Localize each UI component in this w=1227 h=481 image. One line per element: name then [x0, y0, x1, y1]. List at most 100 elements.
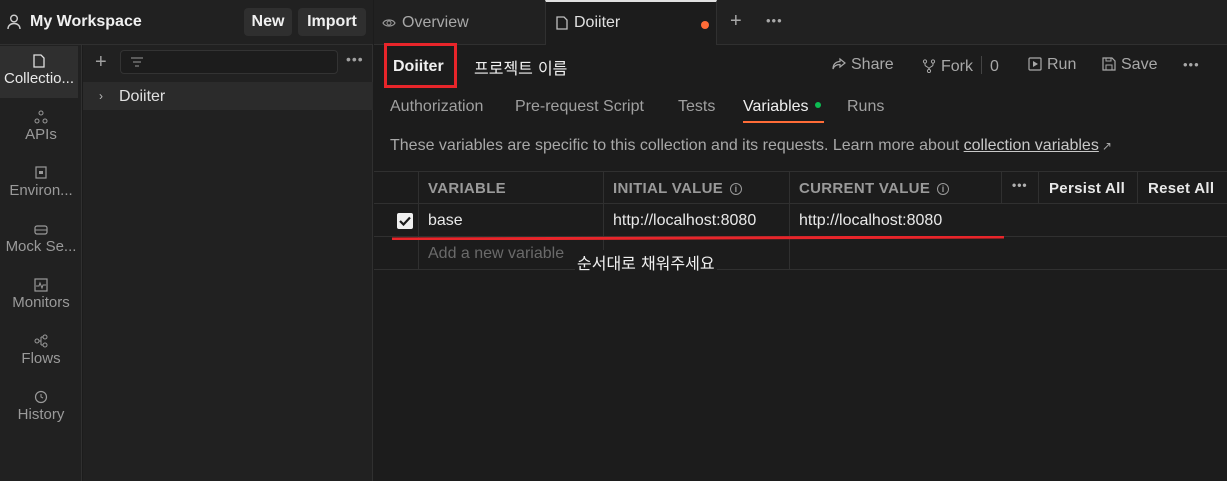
history-icon: [34, 390, 48, 404]
tab-variables[interactable]: Variables: [743, 98, 821, 116]
add-icon[interactable]: +: [95, 51, 107, 74]
environment-icon: [35, 166, 47, 179]
tree-item-doiiter[interactable]: › Doiiter: [83, 82, 373, 110]
add-tab-icon[interactable]: +: [730, 10, 742, 33]
table-header: VARIABLE INITIAL VALUE i CURRENT VALUE i •…: [374, 171, 1227, 204]
eye-icon: [382, 19, 396, 27]
sidebar-item-mock-servers[interactable]: Mock Se...: [0, 214, 82, 266]
header-initial-value: INITIAL VALUE i: [604, 172, 790, 203]
sidebar-item-label: Flows: [21, 350, 61, 367]
share-button[interactable]: Share: [832, 56, 894, 74]
workspace-title[interactable]: My Workspace: [30, 13, 142, 31]
sidebar-item-label: Environ...: [9, 182, 73, 199]
row-check-cell: [374, 237, 419, 269]
tab-label: Doiiter: [574, 14, 621, 31]
sidebar-item-label: Collectio...: [3, 70, 75, 87]
tab-bar: Overview Doiiter + •••: [374, 0, 1227, 45]
variable-name: base: [428, 212, 463, 229]
reset-all-button[interactable]: Reset All: [1138, 172, 1227, 203]
mock-server-icon: [34, 225, 48, 235]
save-icon: [1102, 57, 1116, 71]
share-icon: [832, 57, 846, 70]
persist-all-button[interactable]: Persist All: [1039, 172, 1138, 203]
sidebar-item-label: APIs: [25, 126, 57, 143]
fork-count: 0: [990, 58, 999, 75]
header-current-value: CURRENT VALUE i: [790, 172, 1002, 203]
tab-overview[interactable]: Overview: [374, 0, 545, 44]
sidebar-item-label: Monitors: [12, 294, 70, 311]
collection-icon: [556, 16, 568, 30]
current-value-cell[interactable]: http://localhost:8080: [790, 204, 1002, 236]
tab-label: Overview: [402, 14, 469, 31]
tab-variables-label: Variables: [743, 98, 809, 115]
user-icon: [7, 14, 21, 30]
initial-value-cell[interactable]: http://localhost:8080: [604, 204, 790, 236]
persist-all-label: Persist All: [1049, 180, 1126, 197]
sidebar-item-monitors[interactable]: Monitors: [0, 270, 82, 322]
tab-pre-request-script[interactable]: Pre-request Script: [515, 98, 644, 116]
annotation-underline: [392, 236, 1004, 240]
sidebar-item-apis[interactable]: APIs: [0, 102, 82, 154]
variables-description: These variables are specific to this col…: [390, 137, 1112, 155]
status-dot: [814, 102, 821, 108]
header-initial-label: INITIAL VALUE: [613, 180, 724, 197]
sidebar-item-label: History: [17, 406, 65, 423]
monitor-icon: [34, 278, 48, 292]
header-variable: VARIABLE: [419, 172, 604, 203]
tree-toolbar: + •••: [83, 45, 373, 81]
tab-more-icon[interactable]: •••: [766, 13, 783, 28]
variable-name-cell[interactable]: base: [419, 204, 604, 236]
column-more-icon[interactable]: •••: [1002, 172, 1039, 203]
header-current-label: CURRENT VALUE: [799, 180, 931, 197]
more-icon[interactable]: •••: [346, 51, 364, 67]
new-variable-row: Add a new variable: [374, 237, 1227, 270]
sidebar-item-flows[interactable]: Flows: [0, 326, 82, 378]
header-check-cell: [374, 172, 419, 203]
sidebar-rail: Collectio... APIs Environ... Mock Se... …: [0, 45, 82, 481]
filter-input[interactable]: [120, 50, 338, 74]
chevron-right-icon[interactable]: ›: [99, 89, 103, 103]
header-more-icon[interactable]: •••: [1183, 57, 1200, 72]
tab-authorization[interactable]: Authorization: [390, 98, 483, 116]
import-button[interactable]: Import: [298, 8, 366, 36]
table-row: base http://localhost:8080 http://localh…: [374, 204, 1227, 237]
save-button[interactable]: Save: [1102, 56, 1157, 74]
tree-item-label: Doiiter: [119, 88, 166, 105]
external-link-icon: ↗: [1101, 139, 1112, 153]
collection-icon: [33, 54, 45, 68]
active-tab-indicator: [743, 121, 824, 123]
tab-runs[interactable]: Runs: [847, 98, 884, 116]
new-variable-placeholder: Add a new variable: [428, 245, 565, 262]
reset-all-label: Reset All: [1148, 180, 1215, 197]
filter-icon: [131, 57, 143, 67]
current-value: http://localhost:8080: [799, 212, 943, 229]
collection-tree: + ••• › Doiiter: [83, 45, 373, 481]
enable-checkbox[interactable]: [397, 213, 413, 229]
divider: [981, 56, 982, 74]
fork-label: Fork: [941, 58, 973, 75]
flows-icon: [34, 334, 48, 348]
collection-variables-link[interactable]: collection variables: [964, 137, 1099, 154]
new-current-cell[interactable]: [790, 237, 1002, 269]
run-button[interactable]: Run: [1028, 56, 1076, 74]
fork-button[interactable]: Fork 0: [922, 56, 999, 76]
annotation-fill-in-order: 순서대로 채워주세요: [575, 250, 717, 274]
sidebar-item-collections[interactable]: Collectio...: [0, 46, 78, 98]
fork-icon: [922, 59, 936, 74]
collection-view: Doiiter 프로젝트 이름 Share Fork 0 Run Save •••…: [374, 43, 1227, 481]
row-check-cell: [374, 204, 419, 236]
check-icon: [399, 216, 411, 226]
workspace-header: My Workspace New Import: [0, 0, 373, 45]
tab-doiiter[interactable]: Doiiter: [545, 0, 717, 45]
header-variable-label: VARIABLE: [428, 180, 506, 197]
description-text: These variables are specific to this col…: [390, 137, 964, 154]
collection-name[interactable]: Doiiter: [393, 58, 444, 76]
api-icon: [34, 110, 48, 124]
tab-tests[interactable]: Tests: [678, 98, 715, 116]
info-icon[interactable]: i: [730, 183, 743, 195]
info-icon[interactable]: i: [937, 183, 950, 195]
run-label: Run: [1047, 56, 1077, 73]
sidebar-item-history[interactable]: History: [0, 382, 82, 434]
sidebar-item-environments[interactable]: Environ...: [0, 158, 82, 210]
new-button[interactable]: New: [244, 8, 292, 36]
